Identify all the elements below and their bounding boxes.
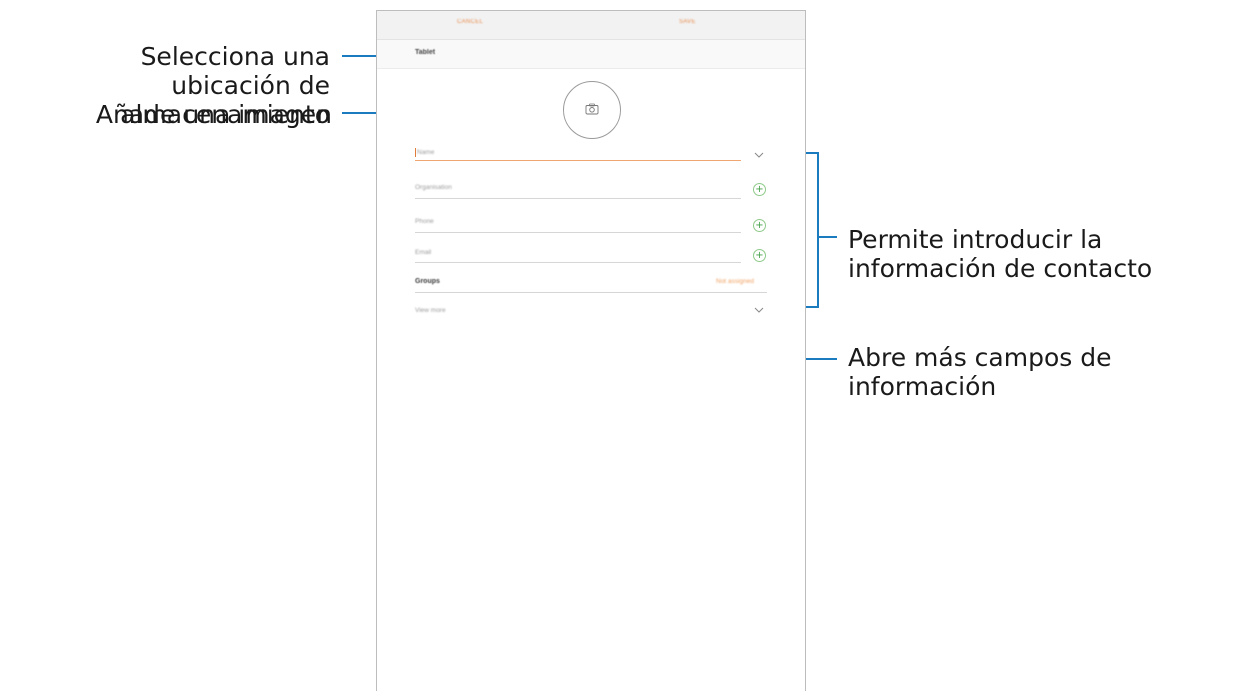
name-field[interactable]: Name [417,149,434,156]
storage-location-selector[interactable]: Tablet [377,40,805,69]
phone-field-underline [415,232,741,233]
cancel-button[interactable]: CANCEL [457,19,483,25]
callout-image: Añade una imagen [20,100,332,129]
bracket-contact-tick [819,236,837,238]
view-more-chevron-down-icon[interactable] [754,307,764,313]
email-field-underline [415,262,741,263]
groups-label: Groups [415,278,440,285]
callout-contact-info: Permite introducir la información de con… [848,225,1218,283]
groups-value: Not assigned [716,278,754,285]
callout-contact-info-text: Permite introducir la información de con… [848,225,1153,283]
groups-underline [415,292,767,293]
add-image-button[interactable] [563,81,621,139]
phone-field[interactable]: Phone [415,218,434,225]
callout-more-fields-text: Abre más campos de información [848,343,1112,401]
organisation-field-underline [415,198,741,199]
email-field[interactable]: Email [415,249,431,256]
chevron-down-icon[interactable] [754,152,764,158]
bracket-contact-vertical [817,152,819,308]
text-cursor [415,148,416,157]
callout-more-fields: Abre más campos de información [848,343,1238,401]
action-bar: CANCEL SAVE [377,11,805,40]
add-organisation-plus-icon[interactable]: + [753,183,766,196]
view-more-button[interactable]: View more [415,307,446,314]
tablet-screen: CANCEL SAVE Tablet Name Organisation + P… [376,10,806,691]
camera-icon [585,103,599,115]
save-button[interactable]: SAVE [679,19,696,25]
callout-image-text: Añade una imagen [95,100,332,129]
add-email-plus-icon[interactable]: + [753,249,766,262]
name-field-underline [415,160,741,161]
add-phone-plus-icon[interactable]: + [753,219,766,232]
storage-location-label: Tablet [415,49,436,56]
organisation-field[interactable]: Organisation [415,184,452,191]
